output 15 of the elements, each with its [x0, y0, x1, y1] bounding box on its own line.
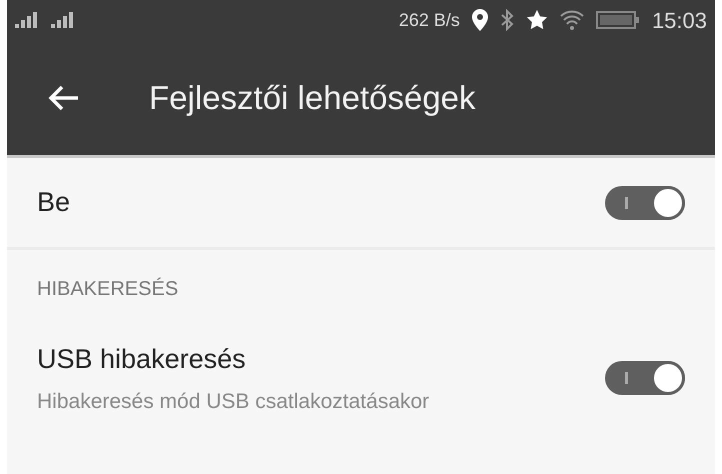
setting-description: Hibakeresés mód USB csatlakoztatásakor	[37, 388, 430, 414]
star-icon	[526, 9, 548, 31]
battery-icon	[596, 11, 640, 29]
network-speed: 262 B/s	[398, 8, 460, 32]
screen-title: Fejlesztői lehetőségek	[149, 78, 476, 118]
setting-title: USB hibakeresés	[37, 343, 247, 376]
location-icon	[472, 9, 488, 31]
setting-label: Be	[37, 186, 70, 220]
bluetooth-icon	[500, 9, 514, 31]
clock: 15:03	[652, 6, 707, 34]
wifi-icon	[560, 10, 584, 30]
section-header: HIBAKERESÉS	[37, 276, 178, 302]
back-arrow-icon	[48, 84, 80, 112]
toggle-switch[interactable]	[605, 361, 685, 395]
toggle-switch[interactable]	[605, 186, 685, 220]
